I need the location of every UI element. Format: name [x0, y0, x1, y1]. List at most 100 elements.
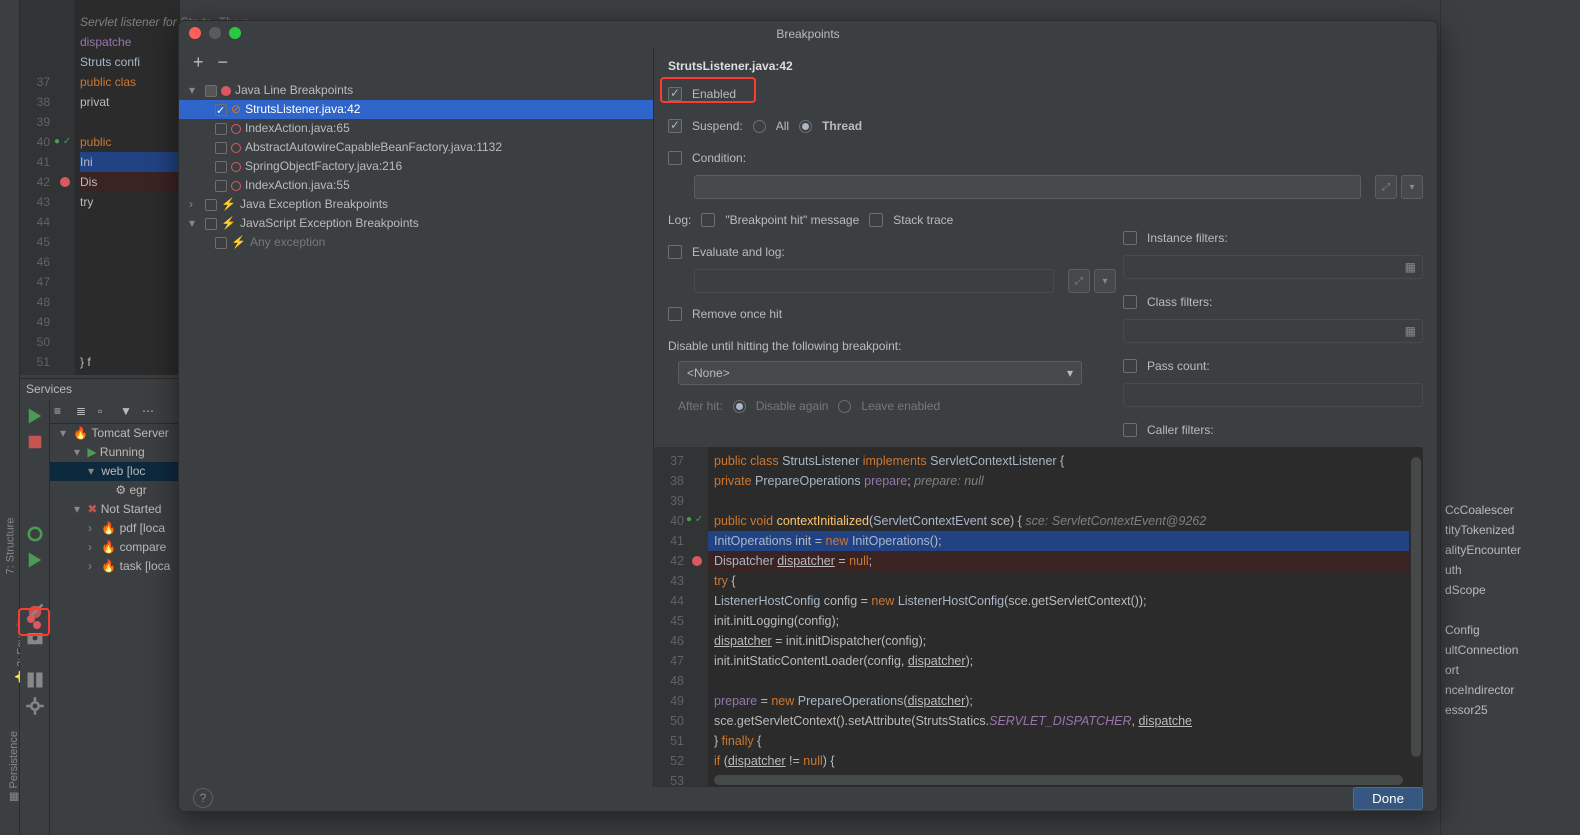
log-hit-checkbox[interactable] [701, 213, 715, 227]
tree-toolbar: + − [179, 47, 653, 77]
tree-group-java-exception[interactable]: ›⚡ Java Exception Breakpoints [179, 195, 653, 214]
dialog-title: Breakpoints [776, 27, 839, 41]
service-item[interactable]: › 🔥 compare [50, 538, 180, 557]
frame-item[interactable]: alityEncounter [1441, 540, 1580, 560]
frame-item[interactable] [1441, 600, 1580, 620]
frame-item[interactable]: Config [1441, 620, 1580, 640]
help-icon[interactable]: ? [193, 788, 213, 808]
frame-item[interactable]: essor25 [1441, 700, 1580, 720]
horizontal-scrollbar[interactable] [714, 775, 1403, 785]
frame-item[interactable]: nceIndirector [1441, 680, 1580, 700]
suspend-checkbox[interactable] [668, 119, 682, 133]
evaluate-checkbox[interactable] [668, 245, 682, 259]
layout-icon[interactable] [25, 670, 45, 690]
frame-item[interactable]: CcCoalescer [1441, 500, 1580, 520]
condition-checkbox[interactable] [668, 151, 682, 165]
view-breakpoints-icon[interactable] [26, 614, 42, 630]
breakpoint-tree[interactable]: ▾ Java Line Breakpoints ⊘ StrutsListener… [179, 77, 653, 252]
service-item[interactable]: ▾ ▶ Running [50, 443, 180, 462]
filter-icon[interactable]: ▼ [120, 404, 136, 420]
suspend-all-radio[interactable] [753, 120, 766, 133]
instance-filters-checkbox[interactable] [1123, 231, 1137, 245]
folder-icon[interactable]: ▦ [1405, 324, 1416, 338]
right-panel-remnant: CcCoalescertityTokenizedalityEncounterut… [1440, 0, 1580, 835]
more-icon[interactable]: ⋯ [142, 404, 158, 420]
breakpoint-disabled-icon [231, 124, 241, 134]
caller-filters-checkbox[interactable] [1123, 423, 1137, 437]
expand-icon[interactable]: ⤢ [1068, 269, 1090, 293]
add-breakpoint-icon[interactable]: + [193, 52, 204, 73]
history-icon[interactable]: ▾ [1094, 269, 1116, 293]
breakpoint-icon[interactable] [692, 556, 702, 566]
settings-icon[interactable] [25, 696, 45, 716]
service-item[interactable]: › 🔥 pdf [loca [50, 519, 180, 538]
expand-all-icon[interactable]: ≡ [54, 404, 70, 420]
evaluate-input[interactable] [694, 269, 1054, 293]
frame-item[interactable]: ort [1441, 660, 1580, 680]
filters-column: Instance filters: ▦ Class filters: ▦ Pas… [1123, 227, 1423, 483]
stop-icon[interactable] [25, 432, 45, 452]
exception-icon: ⚡ [221, 214, 236, 233]
tree-item[interactable]: IndexAction.java:55 [179, 176, 653, 195]
code-preview[interactable]: 3738394041424344454647484950515253 publi… [654, 447, 1423, 787]
disable-again-radio[interactable] [733, 400, 746, 413]
remove-breakpoint-icon[interactable]: − [218, 52, 229, 73]
disable-until-select[interactable]: <None>▾ [678, 361, 1082, 385]
breakpoint-disabled-icon [231, 181, 241, 191]
structure-tab[interactable]: 7: Structure [4, 518, 16, 575]
service-item[interactable]: ▾ ✖ Not Started [50, 500, 180, 519]
service-item[interactable]: ▾ 🔥 Tomcat Server [50, 424, 180, 443]
tree-group-js-exception[interactable]: ▾⚡ JavaScript Exception Breakpoints [179, 214, 653, 233]
exception-icon: ⚡ [231, 233, 246, 252]
zoom-icon[interactable] [229, 27, 241, 39]
window-controls[interactable] [189, 27, 241, 39]
close-icon[interactable] [189, 27, 201, 39]
stack-trace-checkbox[interactable] [869, 213, 883, 227]
frame-item[interactable]: ultConnection [1441, 640, 1580, 660]
expand-icon[interactable]: ⤢ [1375, 175, 1397, 199]
condition-row: Condition: [668, 147, 1423, 169]
pass-count-input[interactable] [1123, 383, 1423, 407]
class-filters-checkbox[interactable] [1123, 295, 1137, 309]
group-icon[interactable]: ▫ [98, 404, 114, 420]
muted-bp-icon: ⊘ [231, 100, 241, 119]
enabled-checkbox[interactable] [668, 87, 682, 101]
tree-group-java-line[interactable]: ▾ Java Line Breakpoints [179, 81, 653, 100]
service-item[interactable]: › 🔥 task [loca [50, 557, 180, 576]
frame-item[interactable]: uth [1441, 560, 1580, 580]
suspend-row: Suspend: All Thread [668, 115, 1423, 137]
service-item[interactable]: ⚙ egr [50, 481, 180, 500]
folder-icon[interactable]: ▦ [1405, 260, 1416, 274]
editor-background: 373839404142434445464748495051 Servlet l… [20, 0, 180, 375]
frame-item[interactable]: dScope [1441, 580, 1580, 600]
service-item[interactable]: ▾ web [loc [50, 462, 180, 481]
collapse-all-icon[interactable]: ≣ [76, 404, 92, 420]
suspend-thread-radio[interactable] [799, 120, 812, 133]
tree-item[interactable]: SpringObjectFactory.java:216 [179, 157, 653, 176]
vertical-scrollbar[interactable] [1411, 457, 1421, 757]
history-icon[interactable]: ▾ [1401, 175, 1423, 199]
frame-item[interactable]: tityTokenized [1441, 520, 1580, 540]
tree-item-any-exception[interactable]: ⚡ Any exception [179, 233, 653, 252]
tree-item[interactable]: IndexAction.java:65 [179, 119, 653, 138]
instance-filters-input[interactable]: ▦ [1123, 255, 1423, 279]
breakpoint-detail-pane: StrutsListener.java:42 Enabled Suspend: … [654, 47, 1437, 787]
enabled-row[interactable]: Enabled [668, 83, 1423, 105]
condition-input[interactable] [694, 175, 1361, 199]
services-tree[interactable]: ≡ ≣ ▫ ▼ ⋯ ▾ 🔥 Tomcat Server▾ ▶ Running▾ … [50, 400, 180, 835]
persistence-tab[interactable]: ▦ Persistence [7, 731, 20, 802]
debug-restart-icon[interactable] [25, 524, 45, 544]
class-filters-input[interactable]: ▦ [1123, 319, 1423, 343]
resume-icon[interactable] [25, 550, 45, 570]
camera-icon[interactable] [25, 628, 45, 648]
minimize-icon[interactable] [209, 27, 221, 39]
tree-item-selected[interactable]: ⊘ StrutsListener.java:42 [179, 100, 653, 119]
done-button[interactable]: Done [1353, 787, 1423, 810]
remove-once-checkbox[interactable] [668, 307, 682, 321]
tree-item[interactable]: AbstractAutowireCapableBeanFactory.java:… [179, 138, 653, 157]
dialog-titlebar[interactable]: Breakpoints [179, 21, 1437, 47]
pass-count-checkbox[interactable] [1123, 359, 1137, 373]
leave-enabled-radio[interactable] [838, 400, 851, 413]
rerun-icon[interactable] [25, 406, 45, 426]
services-header[interactable]: Services [20, 378, 180, 398]
